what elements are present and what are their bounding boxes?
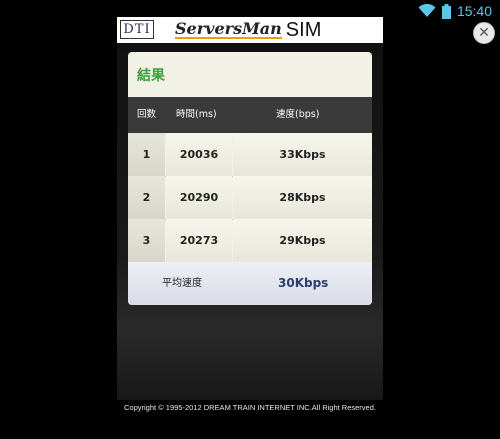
copyright-text: Copyright © 1995-2012 DREAM TRAIN INTERN… (123, 403, 376, 412)
average-row: 平均速度 30Kbps (128, 262, 372, 305)
app-header: DTI ServersMan SIM (117, 17, 383, 43)
row-speed-cell: 33Kbps (233, 133, 372, 176)
table-row: 1 20036 33Kbps (128, 133, 372, 177)
clock: 15:40 (456, 3, 492, 19)
row-time-cell: 20273 (166, 219, 232, 262)
column-header-time: 時間(ms) (176, 109, 217, 120)
column-header-speed: 速度(bps) (276, 109, 320, 120)
column-header-count: 回数 (137, 109, 157, 120)
battery-icon (441, 3, 451, 19)
row-count-cell: 3 (128, 219, 165, 262)
result-title: 結果 (137, 67, 165, 84)
dti-logo: DTI (120, 20, 154, 39)
close-button[interactable]: ✕ (473, 22, 495, 44)
brand-name: ServersMan (175, 19, 282, 39)
result-card: 結果 回数 時間(ms) 速度(bps) 1 20036 33Kbps 2 20… (128, 52, 372, 305)
row-speed-cell: 29Kbps (233, 219, 372, 262)
table-row: 2 20290 28Kbps (128, 176, 372, 220)
table-header: 回数 時間(ms) 速度(bps) (128, 97, 372, 133)
brand-logo: ServersMan SIM (175, 18, 321, 42)
row-time-cell: 20290 (166, 176, 232, 219)
average-label: 平均速度 (162, 278, 202, 289)
row-count-cell: 2 (128, 176, 165, 219)
status-bar: 15:40 (418, 0, 500, 22)
row-time-cell: 20036 (166, 133, 232, 176)
average-value: 30Kbps (278, 276, 329, 290)
row-speed-cell: 28Kbps (233, 176, 372, 219)
wifi-icon (418, 4, 436, 17)
dti-logo-text: DTI (123, 21, 151, 37)
close-icon: ✕ (478, 25, 490, 41)
brand-suffix: SIM (285, 18, 322, 41)
table-row: 3 20273 29Kbps (128, 219, 372, 263)
row-count-cell: 1 (128, 133, 165, 176)
